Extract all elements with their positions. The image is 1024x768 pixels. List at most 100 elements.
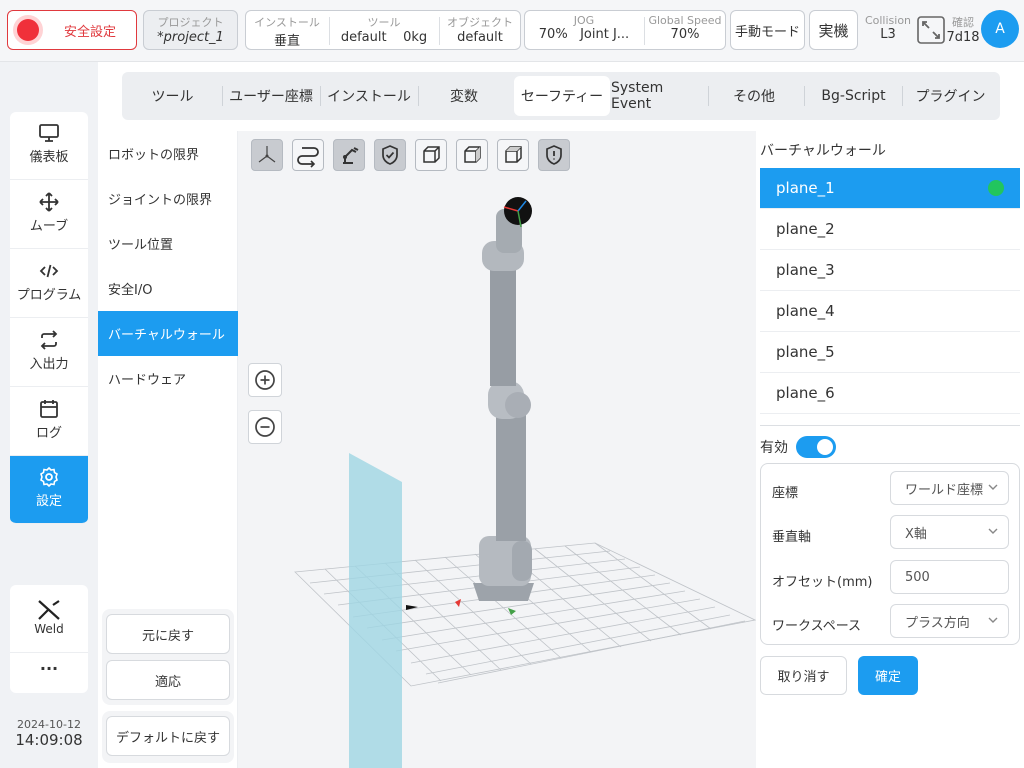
workspace-select[interactable]: プラス方向: [890, 604, 1009, 638]
speed-cell: Global Speed 70%: [645, 14, 725, 42]
panel-title: バーチャルウォール: [760, 143, 886, 159]
nav-label: ログ: [35, 426, 62, 441]
tab-variables[interactable]: 変数: [419, 76, 509, 116]
submenu-hardware[interactable]: ハードウェア: [98, 356, 238, 401]
nav-item-dashboard[interactable]: 儀表板: [10, 112, 88, 180]
divider: [760, 425, 1020, 426]
project-selector[interactable]: プロジェクト *project_1: [143, 10, 238, 50]
date-text: 2024-10-12: [17, 718, 81, 731]
axis-label: 垂直軸: [772, 530, 812, 545]
axis-select[interactable]: X軸: [890, 515, 1009, 549]
axis-value: X軸: [905, 526, 927, 542]
nav-item-io[interactable]: 入出力: [10, 319, 88, 387]
collision-value: L3: [880, 27, 896, 42]
tab-tool[interactable]: ツール: [124, 76, 221, 116]
monitor-icon: [39, 124, 59, 142]
3d-viewport[interactable]: [238, 131, 756, 768]
nav-label: 儀表板: [29, 150, 69, 165]
tab-other[interactable]: その他: [709, 76, 799, 116]
tool-value: default: [340, 30, 387, 45]
enabled-toggle[interactable]: [796, 436, 836, 458]
offset-input[interactable]: 500: [890, 560, 1009, 594]
object-label: オブジェクト: [447, 16, 513, 29]
avatar[interactable]: A: [981, 10, 1019, 48]
clock: 2024-10-12 14:09:08: [10, 718, 88, 749]
manual-mode-button[interactable]: 手動モード: [730, 10, 805, 50]
confirm-button[interactable]: 確定: [858, 656, 918, 695]
confirm-indicator[interactable]: 確認 7d18: [946, 14, 980, 45]
plane-label: plane_5: [776, 343, 835, 361]
install-label: インストール: [254, 16, 320, 29]
main-nav: 儀表板 ムーブ プログラム 入出力 ログ 設定: [10, 112, 88, 524]
coord-select[interactable]: ワールド座標: [890, 471, 1009, 505]
active-status-icon: [988, 180, 1004, 196]
restore-default-button[interactable]: デフォルトに戻す: [106, 716, 230, 756]
chevron-down-icon: [988, 617, 998, 623]
tab-install[interactable]: インストール: [321, 76, 417, 116]
submenu-joint-limits[interactable]: ジョイントの限界: [98, 176, 238, 221]
top-bar: 安全設定 プロジェクト *project_1 インストール 垂直 ツール def…: [0, 0, 1024, 62]
tab-user-coord[interactable]: ユーザー座標: [223, 76, 319, 116]
submenu-robot-limits[interactable]: ロボットの限界: [98, 131, 238, 176]
safety-label: 安全設定: [64, 24, 117, 40]
safety-settings-button[interactable]: 安全設定: [7, 10, 137, 50]
plane-item-1[interactable]: plane_1: [760, 168, 1020, 209]
nav-item-move[interactable]: ムーブ: [10, 181, 88, 249]
nav-item-program[interactable]: プログラム: [10, 250, 88, 318]
expand-icon[interactable]: [917, 16, 945, 44]
install-value: 垂直: [273, 34, 300, 49]
plane-item-2[interactable]: plane_2: [760, 209, 1020, 250]
gear-icon: [40, 466, 58, 488]
tool-label: ツール: [367, 16, 401, 29]
plane-item-4[interactable]: plane_4: [760, 291, 1020, 332]
jog-cell: JOG 70% Joint J...: [525, 14, 643, 42]
project-value: *project_1: [157, 30, 224, 45]
more-button[interactable]: ···: [10, 659, 88, 678]
nav-label: 入出力: [29, 357, 69, 372]
weld-button[interactable]: Weld: [10, 585, 88, 653]
tab-bg-script[interactable]: Bg-Script: [805, 76, 902, 116]
workspace-value: プラス方向: [905, 615, 970, 631]
plane-label: plane_3: [776, 261, 835, 279]
plane-label: plane_4: [776, 302, 835, 320]
weld-torch-icon: [38, 600, 60, 620]
weld-label: Weld: [34, 622, 64, 636]
collision-indicator[interactable]: Collision L3: [862, 14, 914, 42]
tab-safety[interactable]: セーフティー: [514, 76, 610, 116]
io-arrows-icon: [40, 330, 58, 350]
tool-mass: 0kg: [403, 30, 428, 45]
submenu-tool-position[interactable]: ツール位置: [98, 221, 238, 266]
submenu-safety-io[interactable]: 安全I/O: [98, 266, 238, 311]
project-label: プロジェクト: [157, 16, 224, 29]
offset-value: 500: [905, 569, 930, 585]
speed-label: Global Speed: [648, 14, 722, 27]
code-icon: [39, 264, 59, 278]
coord-label: 座標: [772, 486, 799, 501]
nav-item-settings[interactable]: 設定: [10, 456, 88, 524]
apply-button[interactable]: 適応: [106, 660, 230, 700]
jog-label: JOG: [573, 14, 595, 27]
revert-button[interactable]: 元に戻す: [106, 614, 230, 654]
plane-label: plane_2: [776, 220, 835, 238]
coord-value: ワールド座標: [905, 482, 984, 498]
plane-label: plane_6: [776, 384, 835, 402]
real-machine-button[interactable]: 実機: [809, 10, 858, 50]
jog-speed-group[interactable]: JOG 70% Joint J... Global Speed 70%: [524, 10, 726, 50]
nav-item-log[interactable]: ログ: [10, 388, 88, 456]
wall-settings-form: 座標 ワールド座標 垂直軸 X軸 オフセット(mm) 500 ワークスペース プ…: [760, 463, 1020, 645]
confirm-label: 確認: [952, 16, 974, 29]
workspace-label: ワークスペース: [772, 619, 862, 634]
tab-system-event[interactable]: System Event: [611, 76, 707, 116]
plane-item-6[interactable]: plane_6: [760, 373, 1020, 414]
submenu-virtual-wall[interactable]: バーチャルウォール: [98, 311, 238, 356]
tool-cell: ツール default 0kg: [330, 14, 438, 45]
install-tool-object-group[interactable]: インストール 垂直 ツール default 0kg オブジェクト default: [245, 10, 521, 50]
plane-item-3[interactable]: plane_3: [760, 250, 1020, 291]
nav-label: 設定: [35, 494, 62, 509]
jog-value: 70%: [538, 27, 568, 42]
nav-label: ムーブ: [29, 219, 69, 234]
tab-plugins[interactable]: プラグイン: [903, 76, 998, 116]
plane-item-5[interactable]: plane_5: [760, 332, 1020, 373]
cancel-button[interactable]: 取り消す: [760, 656, 847, 695]
virtual-wall-panel: バーチャルウォール plane_1 plane_2 plane_3 plane_…: [756, 131, 1024, 768]
